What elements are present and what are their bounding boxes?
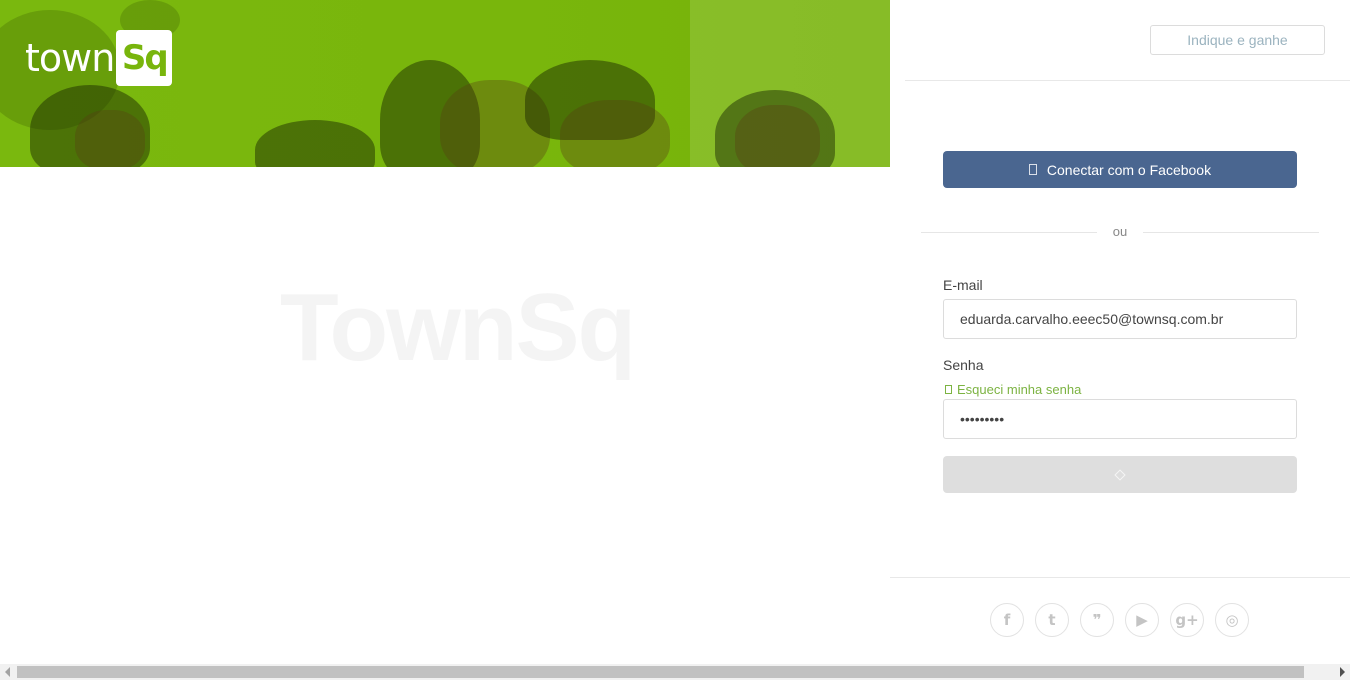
password-field[interactable]: ••••••••• (943, 399, 1297, 439)
or-divider-left (921, 232, 1097, 233)
scroll-right-icon[interactable] (1340, 667, 1345, 677)
forgot-password-label: Esqueci minha senha (957, 382, 1082, 397)
facebook-login-button[interactable]: Conectar com o Facebook (943, 151, 1297, 188)
footer-divider (890, 577, 1350, 578)
facebook-icon (1028, 164, 1037, 175)
submit-icon (1114, 468, 1126, 481)
left-panel: town Sq TownSq (0, 0, 890, 664)
email-field[interactable]: eduarda.carvalho.eeec50@townsq.com.br (943, 299, 1297, 339)
social-links: f t ❞ ▶ g+ ◎ (990, 603, 1249, 637)
townsq-logo: town Sq (25, 30, 173, 86)
facebook-login-label: Conectar com o Facebook (1046, 161, 1212, 178)
instagram-icon[interactable]: ◎ (1215, 603, 1249, 637)
background-watermark-title: TownSq (280, 274, 636, 381)
or-divider-right (1143, 232, 1319, 233)
facebook-icon[interactable]: f (990, 603, 1024, 637)
scrollbar-thumb[interactable] (17, 666, 1304, 678)
youtube-icon[interactable]: ▶ (1125, 603, 1159, 637)
logo-word: town (25, 36, 115, 80)
password-label: Senha (943, 357, 984, 373)
forgot-password-link[interactable]: Esqueci minha senha (945, 382, 1081, 397)
login-panel: Indique e ganhe Conectar com o Facebook … (890, 0, 1350, 664)
logo-box: Sq (116, 30, 173, 86)
email-label: E-mail (943, 277, 983, 293)
lock-icon (945, 385, 952, 394)
or-divider-text: ou (1112, 224, 1128, 239)
quote-icon[interactable]: ❞ (1080, 603, 1114, 637)
google-plus-icon[interactable]: g+ (1170, 603, 1204, 637)
horizontal-scrollbar[interactable] (0, 664, 1350, 680)
logo-box-text: Sq (121, 38, 169, 78)
refer-and-earn-button[interactable]: Indique e ganhe (1150, 25, 1325, 55)
header-divider (905, 80, 1350, 81)
scroll-left-icon[interactable] (5, 667, 10, 677)
twitter-icon[interactable]: t (1035, 603, 1069, 637)
login-submit-button[interactable] (943, 456, 1297, 493)
